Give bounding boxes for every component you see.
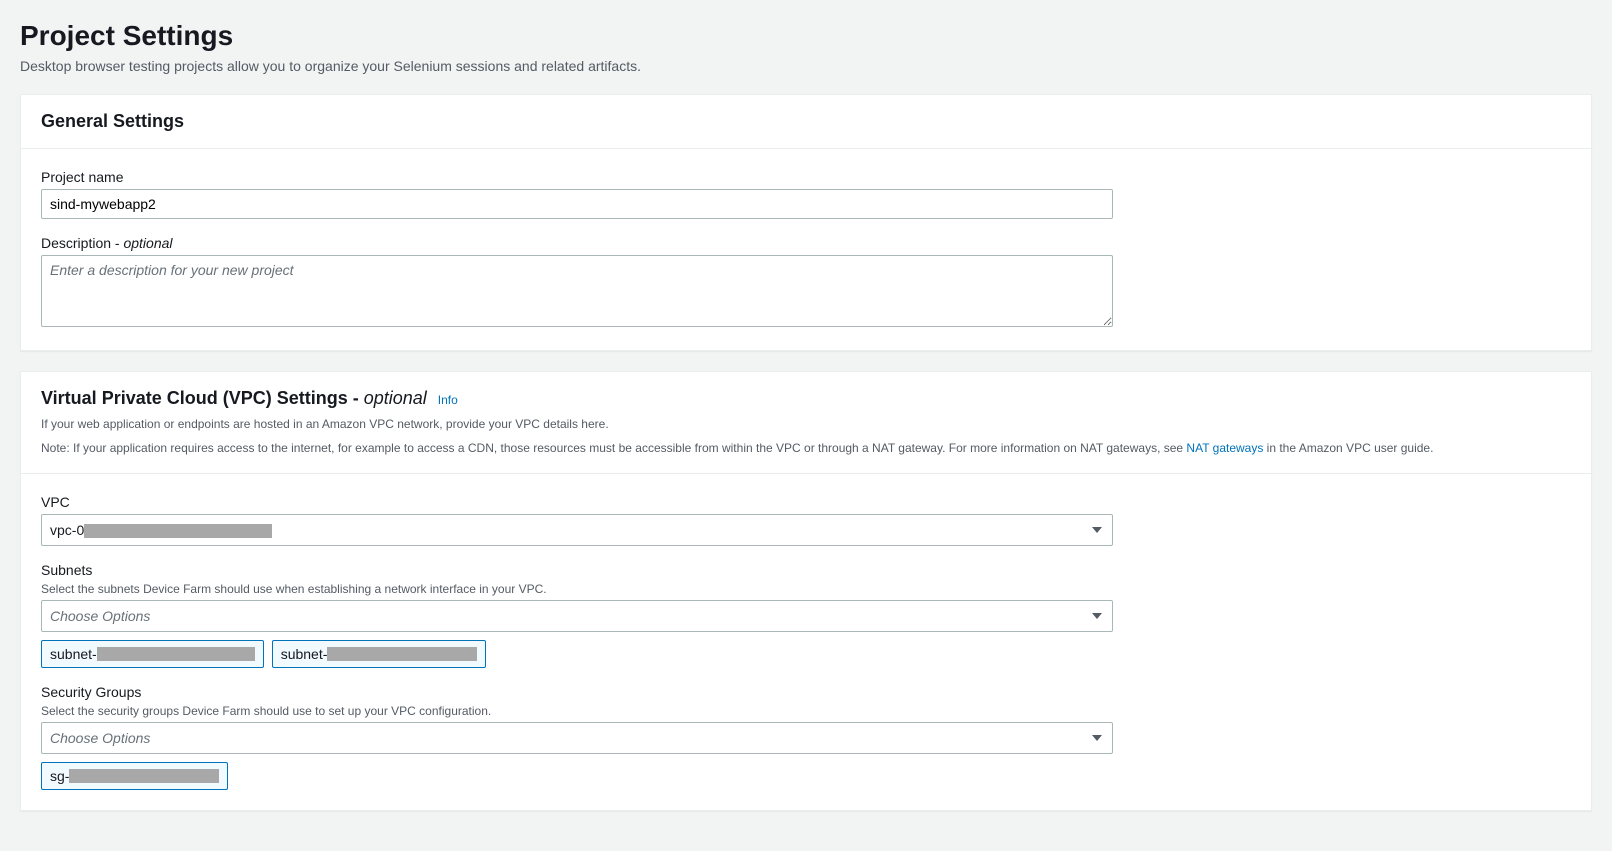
description-label: Description - optional bbox=[41, 235, 1571, 251]
security-groups-hint: Select the security groups Device Farm s… bbox=[41, 704, 1571, 718]
security-group-chip-1[interactable]: sg- bbox=[41, 762, 228, 790]
caret-down-icon bbox=[1092, 730, 1102, 746]
security-group-chip-1-redacted bbox=[69, 769, 219, 783]
general-settings-panel: General Settings Project name Descriptio… bbox=[20, 94, 1592, 351]
caret-down-icon bbox=[1092, 608, 1102, 624]
page-title: Project Settings bbox=[20, 20, 1592, 52]
subnets-hint: Select the subnets Device Farm should us… bbox=[41, 582, 1571, 596]
general-settings-heading: General Settings bbox=[41, 111, 1571, 132]
security-groups-select[interactable]: Choose Options bbox=[41, 722, 1113, 754]
project-name-label: Project name bbox=[41, 169, 1571, 185]
vpc-settings-panel: Virtual Private Cloud (VPC) Settings - o… bbox=[20, 371, 1592, 811]
caret-down-icon bbox=[1092, 522, 1102, 538]
subnet-chip-1[interactable]: subnet- bbox=[41, 640, 264, 668]
description-textarea[interactable] bbox=[41, 255, 1113, 327]
vpc-value-prefix: vpc-0 bbox=[50, 522, 84, 538]
security-groups-label: Security Groups bbox=[41, 684, 1571, 700]
project-name-input[interactable] bbox=[41, 189, 1113, 219]
vpc-label: VPC bbox=[41, 494, 1571, 510]
nat-gateways-link[interactable]: NAT gateways bbox=[1186, 441, 1263, 455]
vpc-desc-2: Note: If your application requires acces… bbox=[41, 439, 1571, 457]
subnet-chip-2[interactable]: subnet- bbox=[272, 640, 487, 668]
vpc-settings-heading: Virtual Private Cloud (VPC) Settings - o… bbox=[41, 388, 1571, 409]
subnet-chip-2-redacted bbox=[327, 647, 477, 661]
vpc-value-redacted bbox=[84, 524, 272, 538]
vpc-select[interactable]: vpc-0 bbox=[41, 514, 1113, 546]
subnets-label: Subnets bbox=[41, 562, 1571, 578]
vpc-info-link[interactable]: Info bbox=[438, 393, 458, 407]
page-subtitle: Desktop browser testing projects allow y… bbox=[20, 58, 1592, 74]
subnets-select[interactable]: Choose Options bbox=[41, 600, 1113, 632]
subnet-chip-1-redacted bbox=[97, 647, 255, 661]
vpc-desc-1: If your web application or endpoints are… bbox=[41, 415, 1571, 433]
